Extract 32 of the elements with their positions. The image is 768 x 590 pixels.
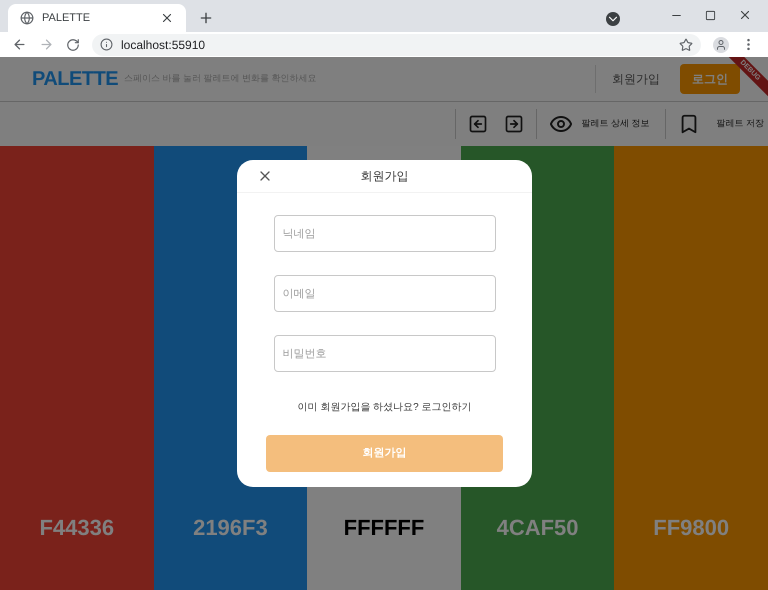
save-button[interactable]: 팔레트 저장 [716,117,764,131]
hex-label: 4CAF50 [496,514,579,542]
maximize-icon[interactable] [705,10,716,20]
reload-icon[interactable] [66,38,80,52]
details-button[interactable]: 팔레트 상세 정보 [581,117,650,131]
browser-tab[interactable]: PALETTE [8,4,186,32]
address-bar[interactable]: localhost:55910 [92,34,701,56]
url-text: localhost:55910 [121,36,206,54]
close-window-icon[interactable] [738,8,752,22]
color-swatch[interactable]: FF9800 [614,146,768,590]
input-field[interactable]: 닉네임 [274,215,496,252]
globe-icon [20,11,34,25]
profile-icon[interactable] [713,36,729,52]
signup-link[interactable]: 회원가입 [612,70,660,88]
color-swatch[interactable]: F44336 [0,146,154,590]
next-icon[interactable] [504,114,524,134]
logo: PALETTE [32,67,120,92]
star-icon[interactable] [679,38,693,52]
back-icon[interactable] [12,37,27,52]
close-icon[interactable] [160,11,174,25]
tab-title: PALETTE [42,10,92,26]
hex-label: FF9800 [653,514,730,542]
dialog-title: 회원가입 [360,168,408,185]
new-tab-icon[interactable] [198,10,214,26]
info-icon [100,38,113,51]
input-field[interactable]: 비밀번호 [274,335,496,372]
hex-label: F44336 [39,514,114,542]
input-field[interactable]: 이메일 [274,275,496,312]
hex-label: 2196F3 [193,514,268,542]
hex-label: FFFFFF [344,514,424,542]
previous-icon[interactable] [468,114,488,134]
tab-search-icon[interactable] [606,12,620,26]
